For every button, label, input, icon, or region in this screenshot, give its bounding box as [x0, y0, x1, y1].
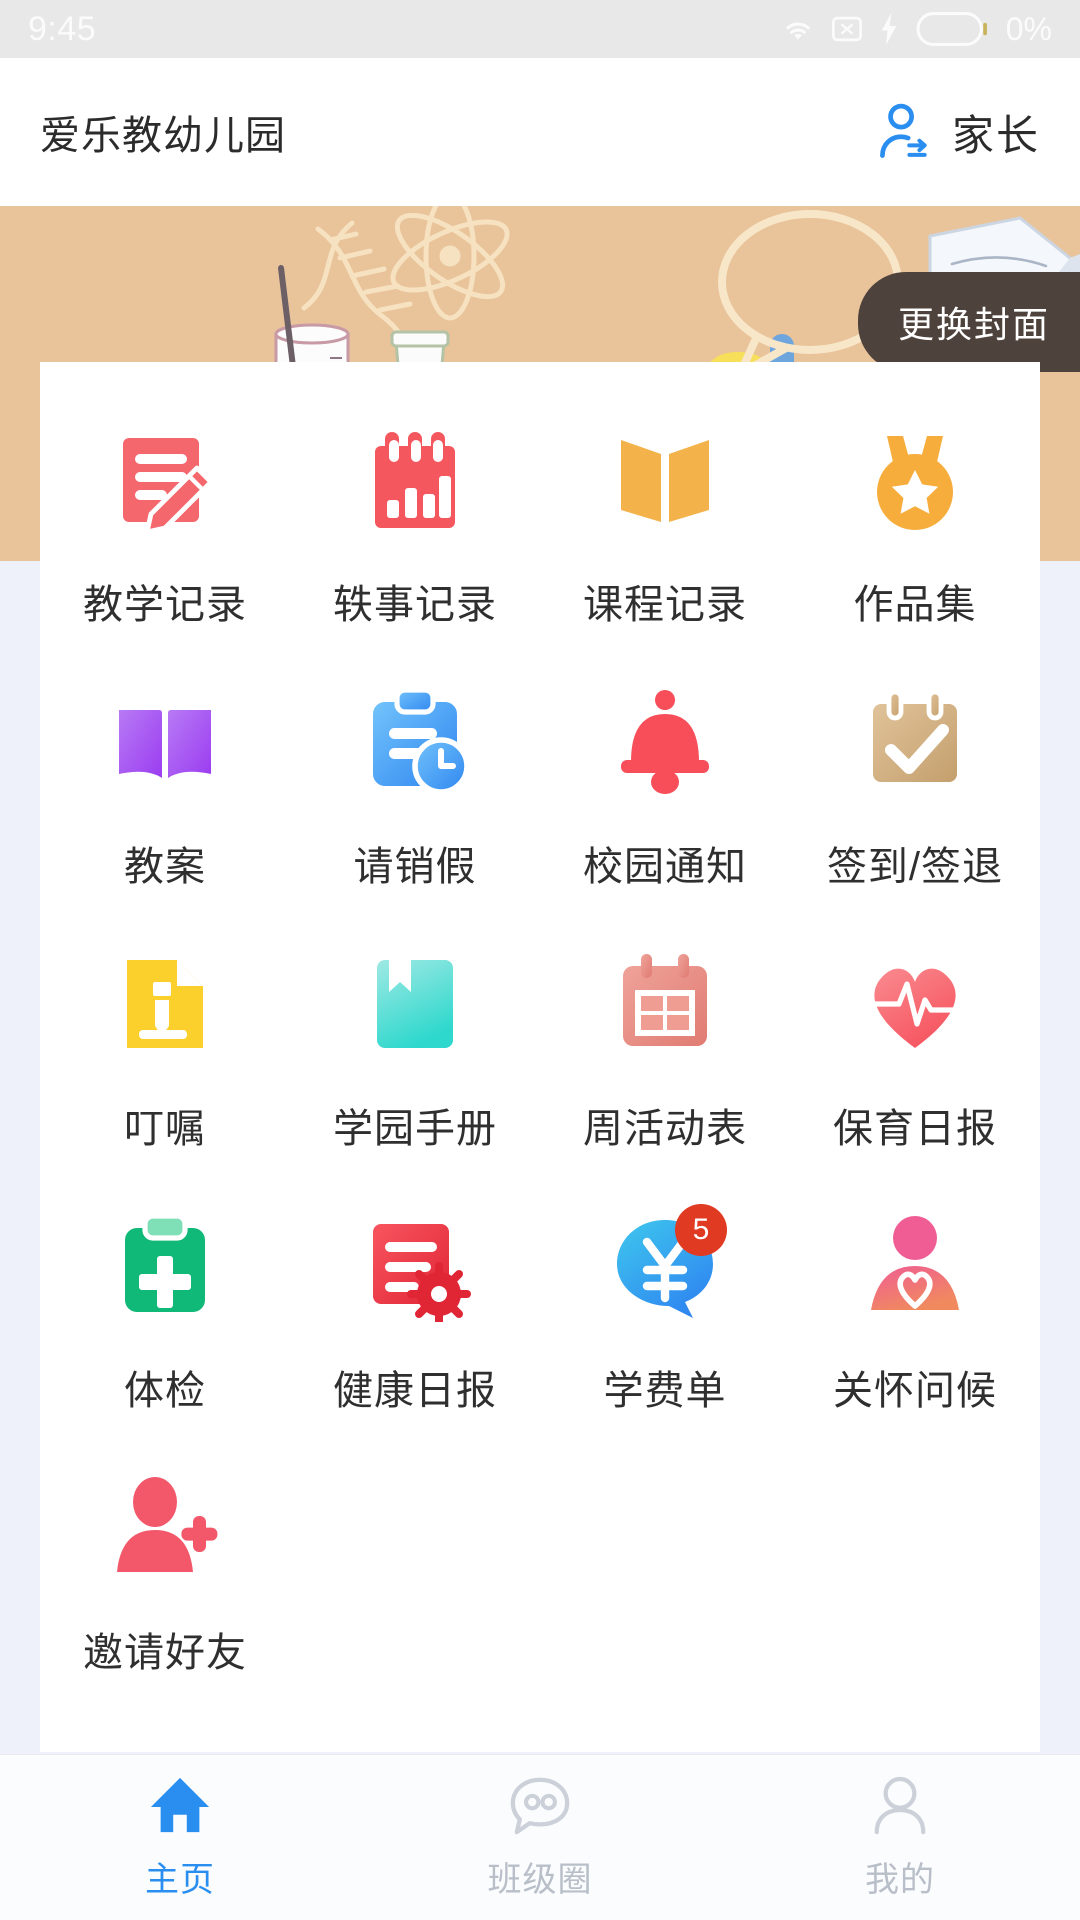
tile-invite-friend[interactable]: 邀请好友: [40, 1444, 290, 1706]
tile-label: 健康日报: [333, 1369, 497, 1413]
document-note-icon: [107, 946, 223, 1062]
role-switch-button[interactable]: 家长: [874, 102, 1040, 163]
nav-item-home[interactable]: 主页: [0, 1755, 360, 1920]
tile-tuition-bill[interactable]: 5 学费单: [540, 1182, 790, 1444]
tile-physical-exam[interactable]: 体检: [40, 1182, 290, 1444]
notepad-barchart-icon: [357, 422, 473, 538]
tile-checkin-checkout[interactable]: 签到/签退: [790, 658, 1040, 920]
person-heart-icon: [857, 1208, 973, 1324]
nav-item-mine[interactable]: 我的: [720, 1755, 1080, 1920]
tile-school-handbook[interactable]: 学园手册: [290, 920, 540, 1182]
clipboard-clock-icon: [357, 684, 473, 800]
tile-placeholder: [790, 1444, 1040, 1706]
document-gear-icon: [357, 1208, 473, 1324]
heart-pulse-icon: [857, 946, 973, 1062]
person-outline-icon: [874, 1776, 926, 1835]
user-switch-icon: [880, 103, 927, 158]
nav-item-class-circle[interactable]: 班级圈: [360, 1755, 720, 1920]
tile-course-record[interactable]: 课程记录: [540, 396, 790, 658]
tile-label: 叮嘱: [124, 1107, 206, 1151]
purple-open-book-icon: [107, 684, 223, 800]
status-bar: 9:45 0%: [0, 0, 1080, 58]
tile-label: 轶事记录: [333, 583, 497, 627]
chat-bubble-icon: [510, 1777, 570, 1835]
tile-anecdote-record[interactable]: 轶事记录: [290, 396, 540, 658]
tile-label: 校园通知: [583, 845, 747, 889]
status-badge: 5: [675, 1204, 727, 1256]
status-icons: 0%: [780, 11, 1052, 48]
tile-school-notice[interactable]: 校园通知: [540, 658, 790, 920]
tile-lesson-plan[interactable]: 教案: [40, 658, 290, 920]
tile-label: 保育日报: [833, 1107, 997, 1151]
tile-placeholder: [290, 1444, 540, 1706]
nav-label: 班级圈: [487, 1861, 593, 1899]
open-book-icon: [607, 422, 723, 538]
calendar-check-icon: [857, 684, 973, 800]
tile-label: 邀请好友: [83, 1631, 247, 1675]
tile-label: 作品集: [853, 583, 977, 627]
medal-star-icon: [857, 422, 973, 538]
role-label: 家长: [951, 111, 1040, 159]
tile-label: 周活动表: [583, 1107, 747, 1151]
status-time: 9:45: [28, 9, 97, 48]
tile-label: 课程记录: [583, 583, 747, 627]
bookmark-handbook-icon: [357, 946, 473, 1062]
battery-icon: [916, 12, 987, 46]
tile-reminder[interactable]: 叮嘱: [40, 920, 290, 1182]
bottom-navigation: 主页 班级圈 我的: [0, 1754, 1080, 1920]
calendar-grid-icon: [607, 946, 723, 1062]
bell-icon: [607, 684, 723, 800]
document-pencil-icon: [107, 422, 223, 538]
tile-leave-request[interactable]: 请销假: [290, 658, 540, 920]
page-title: 爱乐教幼儿园: [40, 114, 286, 158]
tile-label: 签到/签退: [826, 845, 1004, 889]
nav-label: 主页: [145, 1861, 215, 1899]
tile-label: 教学记录: [83, 583, 247, 627]
yuan-bubble-icon: 5: [607, 1204, 727, 1324]
wifi-icon: [785, 22, 810, 40]
sim-no-signal-icon: [831, 16, 862, 42]
tile-label: 学费单: [603, 1369, 727, 1413]
person-add-icon: [107, 1470, 223, 1586]
tile-care-greetings[interactable]: 关怀问候: [790, 1182, 1040, 1444]
tile-label: 教案: [124, 845, 206, 889]
feature-grid: 教学记录 轶事记录 课程记录 作品集 教案 请销假 校园通知 签到/签退 叮嘱 …: [40, 396, 1040, 1706]
app-header: 爱乐教幼儿园 家长: [0, 58, 1080, 206]
tile-portfolio[interactable]: 作品集: [790, 396, 1040, 658]
tile-care-daily-report[interactable]: 保育日报: [790, 920, 1040, 1182]
feature-grid-card: 教学记录 轶事记录 课程记录 作品集 教案 请销假 校园通知 签到/签退 叮嘱 …: [40, 362, 1040, 1752]
tile-label: 关怀问候: [833, 1369, 997, 1413]
charging-bolt-icon: [881, 13, 897, 45]
medical-clipboard-icon: [107, 1208, 223, 1324]
battery-percent: 0%: [1005, 10, 1052, 47]
tile-label: 请销假: [353, 845, 477, 889]
tile-label: 体检: [124, 1369, 206, 1413]
home-icon: [150, 1777, 210, 1833]
tile-teaching-record[interactable]: 教学记录: [40, 396, 290, 658]
tile-placeholder: [540, 1444, 790, 1706]
tile-health-daily-report[interactable]: 健康日报: [290, 1182, 540, 1444]
tile-label: 学园手册: [333, 1107, 497, 1151]
tile-weekly-activity[interactable]: 周活动表: [540, 920, 790, 1182]
change-cover-button[interactable]: 更换封面: [857, 272, 1080, 372]
nav-label: 我的: [865, 1861, 935, 1899]
